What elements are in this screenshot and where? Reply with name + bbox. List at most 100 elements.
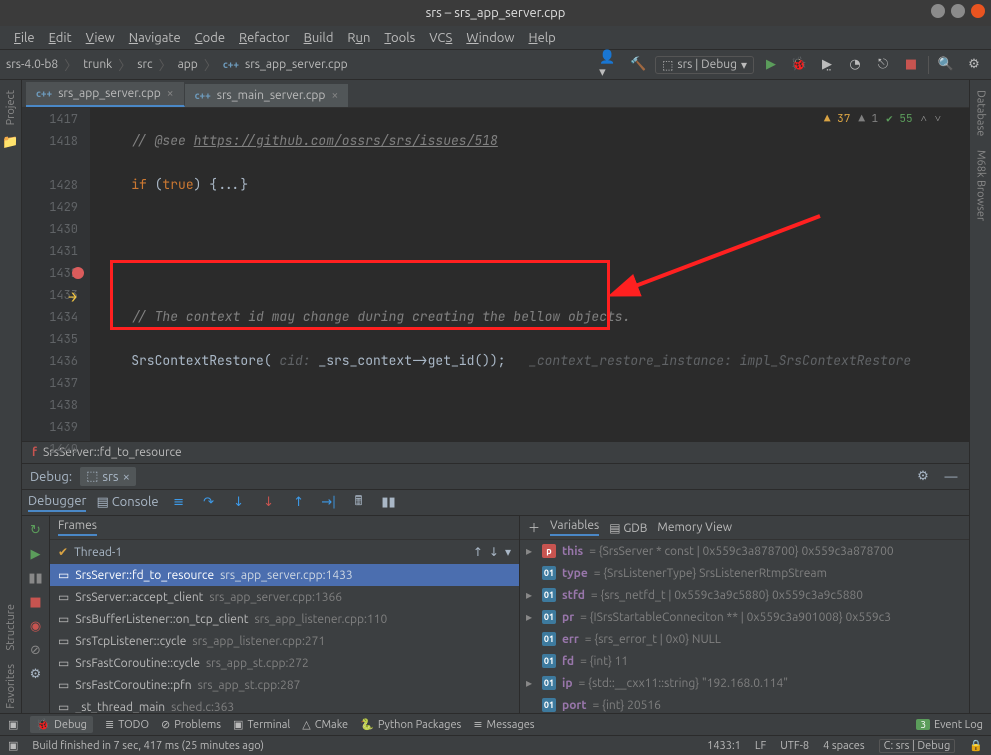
run-to-cursor-icon[interactable]: →| — [319, 493, 339, 513]
build-hammer-icon[interactable]: 🔨 — [627, 54, 649, 76]
breakpoints-icon[interactable]: ◉ — [26, 616, 46, 636]
editor-tab-1[interactable]: c++ srs_main_server.cpp × — [185, 84, 350, 107]
close-icon[interactable]: × — [167, 87, 174, 100]
frame-item[interactable]: ▭SrsServer::accept_client srs_app_server… — [50, 586, 519, 608]
menu-refactor[interactable]: Refactor — [233, 29, 296, 47]
resume-icon[interactable]: ▶ — [26, 544, 46, 564]
menu-window[interactable]: Window — [460, 29, 520, 47]
var-row[interactable]: 01 port = {int} 20516 — [520, 694, 969, 713]
debug-button[interactable]: 🐞 — [788, 54, 810, 76]
add-watch-icon[interactable]: ＋ — [528, 519, 540, 536]
menu-tools[interactable]: Tools — [378, 29, 421, 47]
arrow-up-icon[interactable]: ↑ — [473, 545, 483, 559]
close-icon[interactable]: × — [331, 89, 338, 102]
threads-icon[interactable]: ≡ — [169, 493, 189, 513]
tool-windows-quick-icon[interactable]: ▣ — [8, 739, 18, 752]
more-icon[interactable]: ▮▮ — [379, 493, 399, 513]
event-log[interactable]: 3 Event Log — [916, 719, 983, 731]
menu-edit[interactable]: Edit — [43, 29, 78, 47]
tool-python[interactable]: 🐍 Python Packages — [360, 718, 461, 731]
funnel-icon[interactable]: ▾ — [505, 545, 511, 559]
tool-windows-icon[interactable]: ▣ — [8, 718, 18, 731]
stop-icon[interactable]: ■ — [26, 592, 46, 612]
line-separator[interactable]: LF — [755, 740, 766, 752]
sidebar-database[interactable]: Database — [975, 86, 987, 140]
var-row[interactable]: 01 type = {SrsListenerType} SrsListenerR… — [520, 562, 969, 584]
mute-breakpoints-icon[interactable]: ⊘ — [26, 640, 46, 660]
var-row[interactable]: ▸01 pr = {ISrsStartableConneciton ** | 0… — [520, 606, 969, 628]
tool-messages[interactable]: ≡ Messages — [473, 718, 534, 731]
indent-setting[interactable]: 4 spaces — [823, 740, 865, 752]
code-pane[interactable]: // @see https://github.com/ossrs/srs/iss… — [90, 108, 969, 441]
frame-item[interactable]: ▭SrsBufferListener::on_tcp_client srs_ap… — [50, 608, 519, 630]
step-into-icon[interactable]: ↓ — [229, 493, 249, 513]
tab-gdb[interactable]: ▤ GDB — [609, 521, 647, 535]
profile-button[interactable]: ◔ — [844, 54, 866, 76]
settings-gear-icon[interactable]: ⚙ — [963, 54, 985, 76]
tab-console[interactable]: ▤ Console — [96, 495, 158, 510]
minimize-button[interactable] — [931, 4, 945, 18]
lock-icon[interactable]: 🔒 — [969, 739, 983, 752]
sidebar-project[interactable]: Project — [5, 86, 17, 129]
editor-tab-0[interactable]: c++ srs_app_server.cpp × — [26, 82, 185, 107]
var-row[interactable]: ▸p this = {SrsServer * const | 0x559c3a8… — [520, 540, 969, 562]
force-step-into-icon[interactable]: ↓ — [259, 493, 279, 513]
hide-icon[interactable]: — — [941, 467, 961, 487]
run-coverage-button[interactable]: ▶̤ — [816, 54, 838, 76]
menu-file[interactable]: File — [8, 29, 41, 47]
breadcrumb-2[interactable]: src — [137, 58, 152, 71]
breadcrumb-root[interactable]: srs-4.0-b8 — [6, 58, 58, 71]
stop-button[interactable]: ■ — [900, 54, 922, 76]
frame-list[interactable]: ▭SrsServer::fd_to_resource srs_app_serve… — [50, 564, 519, 713]
sidebar-structure[interactable]: Structure — [5, 600, 17, 655]
search-everywhere-icon[interactable]: 🔍 — [935, 54, 957, 76]
tool-todo[interactable]: ≣ TODO — [105, 718, 149, 731]
var-row[interactable]: 01 fd = {int} 11 — [520, 650, 969, 672]
context-breadcrumb[interactable]: f SrsServer::fd_to_resource — [22, 441, 969, 463]
menu-view[interactable]: View — [80, 29, 121, 47]
menu-help[interactable]: Help — [523, 29, 562, 47]
rerun-icon[interactable]: ↻ — [26, 520, 46, 540]
tool-terminal[interactable]: ▣ Terminal — [233, 718, 290, 731]
sidebar-favorites[interactable]: Favorites — [5, 660, 17, 713]
menu-navigate[interactable]: Navigate — [123, 29, 187, 47]
thread-selector[interactable]: ✔ Thread-1 ↑ ↓ ▾ — [50, 540, 519, 564]
maximize-button[interactable] — [951, 4, 965, 18]
frame-item[interactable]: ▭SrsTcpListener::cycle srs_app_listener.… — [50, 630, 519, 652]
var-row[interactable]: ▸01 ip = {std::__cxx11::string} "192.168… — [520, 672, 969, 694]
frame-item[interactable]: ▭SrsServer::fd_to_resource srs_app_serve… — [50, 564, 519, 586]
evaluate-icon[interactable]: 🖩 — [349, 493, 369, 513]
settings-gear-icon[interactable]: ⚙ — [913, 467, 933, 487]
menu-code[interactable]: Code — [189, 29, 231, 47]
frame-item[interactable]: ▭SrsFastCoroutine::pfn srs_app_st.cpp:28… — [50, 674, 519, 696]
step-out-icon[interactable]: ↑ — [289, 493, 309, 513]
menu-build[interactable]: Build — [298, 29, 340, 47]
tab-variables[interactable]: Variables — [550, 519, 599, 536]
sidebar-m68k[interactable]: M68k Browser — [975, 146, 987, 225]
run-button[interactable]: ▶ — [760, 54, 782, 76]
tool-debug[interactable]: 🐞 Debug — [30, 716, 93, 733]
tool-cmake[interactable]: △ CMake — [302, 718, 348, 731]
pause-icon[interactable]: ▮▮ — [26, 568, 46, 588]
var-row[interactable]: ▸01 stfd = {srs_netfd_t | 0x559c3a9c5880… — [520, 584, 969, 606]
var-row[interactable]: 01 err = {srs_error_t | 0x0} NULL — [520, 628, 969, 650]
gutter[interactable]: 1417 1418 1428 1429 1430 1431 1432 1433 … — [22, 108, 90, 441]
tool-problems[interactable]: ⊘ Problems — [161, 718, 221, 731]
variables-list[interactable]: ▸p this = {SrsServer * const | 0x559c3a8… — [520, 540, 969, 713]
file-encoding[interactable]: UTF-8 — [780, 740, 809, 752]
arrow-down-icon[interactable]: ↓ — [489, 545, 499, 559]
breadcrumb-3[interactable]: app — [178, 58, 198, 71]
tab-debugger[interactable]: Debugger — [28, 494, 86, 512]
breadcrumb-1[interactable]: trunk — [83, 58, 112, 71]
breadcrumb-file[interactable]: srs_app_server.cpp — [245, 58, 348, 71]
menu-run[interactable]: Run — [341, 29, 376, 47]
frame-item[interactable]: ▭SrsFastCoroutine::cycle srs_app_st.cpp:… — [50, 652, 519, 674]
close-icon[interactable]: × — [123, 470, 130, 484]
frame-item[interactable]: ▭_st_thread_main sched.c:363 — [50, 696, 519, 713]
tab-memory[interactable]: Memory View — [657, 521, 732, 534]
attach-button[interactable]: ⎋ — [872, 54, 894, 76]
debug-config-tab[interactable]: ⬚ srs × — [80, 467, 136, 486]
menu-vcs[interactable]: VCS — [423, 29, 458, 47]
context-indicator[interactable]: C: srs | Debug — [879, 739, 956, 753]
user-icon[interactable]: 👤▾ — [599, 54, 621, 76]
